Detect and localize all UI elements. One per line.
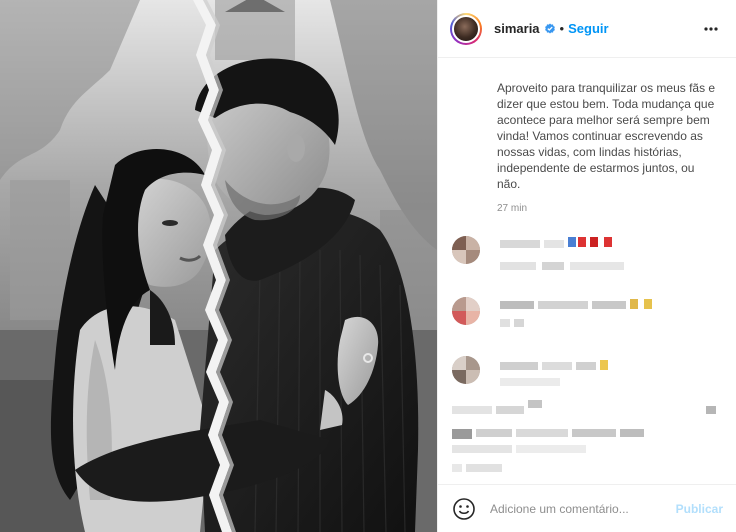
pixelated-text: [500, 378, 560, 386]
pixelated-text: [592, 301, 626, 309]
comment-item[interactable]: [452, 400, 732, 430]
pixelated-text: [620, 429, 644, 437]
pixelated-text: [570, 262, 624, 270]
pixelated-text: [516, 445, 586, 453]
pixelated-emoji: [600, 360, 608, 370]
separator-dot: •: [559, 21, 565, 36]
post-side-panel: simaria • Seguir Aproveito para tranquil…: [437, 0, 736, 532]
couple-photo-image: [0, 0, 437, 532]
follow-button[interactable]: Seguir: [568, 21, 608, 36]
publish-button[interactable]: Publicar: [676, 502, 723, 516]
comment-avatar[interactable]: [452, 297, 480, 325]
comment-composer: Publicar: [438, 484, 736, 532]
comment-input[interactable]: [490, 501, 660, 516]
more-options-button[interactable]: [699, 17, 723, 41]
post-photo[interactable]: [0, 0, 437, 532]
instagram-post: simaria • Seguir Aproveito para tranquil…: [0, 0, 736, 532]
pixelated-text: [542, 262, 564, 270]
comment-item[interactable]: [452, 356, 732, 386]
pixelated-text: [452, 464, 462, 472]
pixelated-text: [542, 362, 572, 370]
pixelated-text: [706, 406, 716, 414]
post-timestamp[interactable]: 27 min: [497, 203, 527, 214]
pixelated-text: [516, 429, 568, 437]
pixelated-text: [544, 240, 564, 248]
pixelated-emoji: [644, 299, 652, 309]
pixelated-emoji: [604, 237, 612, 247]
pixelated-text: [476, 429, 512, 437]
pixelated-emoji: [590, 237, 598, 247]
pixelated-text: [452, 445, 512, 453]
username-link[interactable]: simaria: [494, 21, 540, 36]
verified-badge-icon: [544, 23, 555, 33]
avatar-image: [452, 14, 480, 43]
pixelated-text: [496, 406, 524, 414]
post-header: simaria • Seguir: [438, 0, 736, 58]
pixelated-text: [538, 301, 588, 309]
pixelated-emoji: [630, 299, 638, 309]
comment-avatar[interactable]: [452, 236, 480, 264]
pixelated-text: [452, 429, 472, 439]
pixelated-text: [466, 464, 502, 472]
comment-item[interactable]: [452, 297, 732, 327]
comment-avatar[interactable]: [452, 356, 480, 384]
pixelated-emoji: [578, 237, 586, 247]
pixelated-text: [452, 406, 492, 414]
pixelated-text: [576, 362, 596, 370]
pixelated-text: [572, 429, 616, 437]
comment-item[interactable]: [452, 427, 732, 457]
comment-item[interactable]: [452, 236, 732, 270]
pixelated-emoji: [568, 237, 576, 247]
pixelated-text: [514, 319, 524, 327]
user-avatar[interactable]: [450, 12, 482, 45]
pixelated-text: [500, 262, 536, 270]
pixelated-text: [500, 319, 510, 327]
pixelated-text: [500, 301, 534, 309]
pixelated-text: [500, 362, 538, 370]
post-caption: Aproveito para tranquilizar os meus fãs …: [497, 81, 716, 191]
pixelated-text: [500, 240, 540, 248]
more-options-icon: [704, 27, 718, 31]
pixelated-text: [528, 400, 542, 408]
emoji-smiley-icon[interactable]: [452, 497, 476, 521]
